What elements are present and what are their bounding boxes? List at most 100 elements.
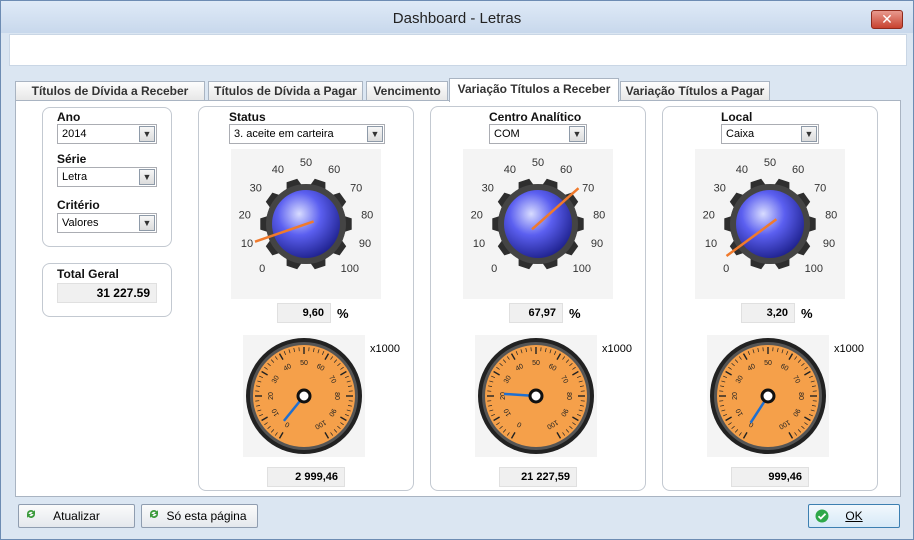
status-value: 3. aceite em carteira (234, 128, 334, 140)
tick-label: 100 (341, 263, 359, 275)
status-label: Status (229, 110, 266, 124)
percent-value: 9,60 (277, 303, 331, 323)
tick-label: 40 (272, 164, 284, 176)
panel-status: Status 3. aceite em carteira ▼ 0 10 20 30 40 5… (198, 106, 414, 491)
ano-label: Ano (57, 110, 81, 124)
local-value: Caixa (726, 128, 755, 140)
tick-label: 30 (714, 183, 726, 195)
percent-unit: % (569, 306, 581, 321)
tick-label: 20 (471, 209, 483, 221)
dashboard-window: Dashboard - Letras ✕ Títulos de Dívida a… (0, 0, 914, 540)
total-value: 31 227.59 (57, 283, 157, 303)
close-button[interactable]: ✕ (871, 10, 903, 29)
tick-label: 50 (300, 157, 312, 169)
tick-label: 80 (797, 392, 804, 400)
refresh-label: Atualizar (53, 509, 100, 523)
window-title: Dashboard - Letras (392, 10, 522, 27)
tick-label: 60 (792, 164, 804, 176)
serie-label: Série (57, 152, 87, 166)
ok-button[interactable]: OK (808, 504, 900, 528)
amount-value: 21 227,59 (499, 467, 577, 487)
this-page-button[interactable]: Só esta página (141, 504, 258, 528)
criterio-select[interactable]: Valores ▼ (57, 213, 157, 233)
panel-centro-analitico: Centro Analítico COM ▼ 0 10 20 30 40 50 60 70 80 9… (430, 106, 646, 491)
tick-label: 50 (532, 157, 544, 169)
tab-variacao-pagar[interactable]: Variação Títulos a Pagar (620, 81, 770, 101)
percent-unit: % (337, 306, 349, 321)
percent-gauge: 0 10 20 30 40 50 60 70 80 90 100 (463, 149, 613, 299)
tick-label: 30 (250, 183, 262, 195)
tab-vencimento[interactable]: Vencimento (366, 81, 448, 101)
amount-value: 999,46 (731, 467, 809, 487)
criterio-label: Critério (57, 198, 100, 212)
tick-label: 80 (593, 209, 605, 221)
gauge-hub (296, 388, 312, 404)
chevron-down-icon[interactable]: ▼ (801, 126, 817, 142)
filters-group: Ano 2014 ▼ Série Letra ▼ Critério Valores ▼ (42, 107, 172, 247)
panel-local: Local Caixa ▼ 0 10 20 30 40 50 60 70 80 90 100 3,20… (662, 106, 878, 491)
ok-label: OK (845, 509, 863, 523)
serie-select[interactable]: Letra ▼ (57, 167, 157, 187)
tick-label: 40 (504, 164, 516, 176)
local-label: Local (721, 110, 753, 124)
multiplier-label: x1000 (834, 343, 864, 355)
tab-variacao-receber[interactable]: Variação Títulos a Receber (449, 78, 619, 102)
chevron-down-icon[interactable]: ▼ (367, 126, 383, 142)
percent-unit: % (801, 306, 813, 321)
tick-label: 50 (300, 360, 308, 367)
refresh-button[interactable]: Atualizar (18, 504, 135, 528)
tick-label: 80 (825, 209, 837, 221)
chevron-down-icon[interactable]: ▼ (139, 215, 155, 231)
toolbar-area (9, 34, 907, 66)
this-page-label: Só esta página (166, 509, 247, 523)
chevron-down-icon[interactable]: ▼ (139, 169, 155, 185)
tick-label: 30 (482, 183, 494, 195)
ano-select[interactable]: 2014 ▼ (57, 124, 157, 144)
tick-label: 50 (764, 360, 772, 367)
tick-label: 20 (239, 209, 251, 221)
chevron-down-icon[interactable]: ▼ (569, 126, 585, 142)
tick-label: 60 (328, 164, 340, 176)
tick-label: 60 (560, 164, 572, 176)
tab-content: Ano 2014 ▼ Série Letra ▼ Critério Valores ▼… (15, 100, 901, 497)
tab-titulos-receber[interactable]: Títulos de Dívida a Receber (15, 81, 205, 101)
tick-label: 90 (823, 238, 835, 250)
status-select[interactable]: 3. aceite em carteira ▼ (229, 124, 385, 144)
tick-label: 0 (723, 263, 729, 275)
tick-label: 70 (350, 183, 362, 195)
tab-titulos-pagar[interactable]: Títulos de Dívida a Pagar (208, 81, 363, 101)
tick-label: 80 (333, 392, 340, 400)
title-bar: Dashboard - Letras ✕ (1, 1, 913, 33)
chevron-down-icon[interactable]: ▼ (139, 126, 155, 142)
amount-value: 2 999,46 (267, 467, 345, 487)
centro-label: Centro Analítico (489, 110, 582, 124)
percent-gauge: 0 10 20 30 40 50 60 70 80 90 100 (695, 149, 845, 299)
percent-value: 67,97 (509, 303, 563, 323)
centro-select[interactable]: COM ▼ (489, 124, 587, 144)
multiplier-label: x1000 (602, 343, 632, 355)
tick-label: 100 (573, 263, 591, 275)
amount-gauge: 0 10 20 30 40 50 60 70 80 90 100 (707, 335, 829, 457)
tick-label: 10 (473, 238, 485, 250)
tick-label: 0 (259, 263, 265, 275)
tick-label: 0 (491, 263, 497, 275)
amount-gauge: 0 10 20 30 40 50 60 70 80 90 100 (475, 335, 597, 457)
total-group: Total Geral 31 227.59 (42, 263, 172, 317)
local-select[interactable]: Caixa ▼ (721, 124, 819, 144)
tick-label: 70 (814, 183, 826, 195)
serie-value: Letra (62, 171, 88, 183)
tick-label: 50 (532, 360, 540, 367)
tick-label: 10 (705, 238, 717, 250)
criterio-value: Valores (62, 217, 99, 229)
tick-label: 10 (241, 238, 253, 250)
gauge-hub (528, 388, 544, 404)
percent-value: 3,20 (741, 303, 795, 323)
tick-label: 90 (359, 238, 371, 250)
ano-value: 2014 (62, 128, 87, 140)
tick-label: 80 (565, 392, 572, 400)
multiplier-label: x1000 (370, 343, 400, 355)
tick-label: 20 (268, 392, 275, 400)
tick-label: 40 (736, 164, 748, 176)
percent-gauge: 0 10 20 30 40 50 60 70 80 90 100 (231, 149, 381, 299)
tick-label: 20 (703, 209, 715, 221)
